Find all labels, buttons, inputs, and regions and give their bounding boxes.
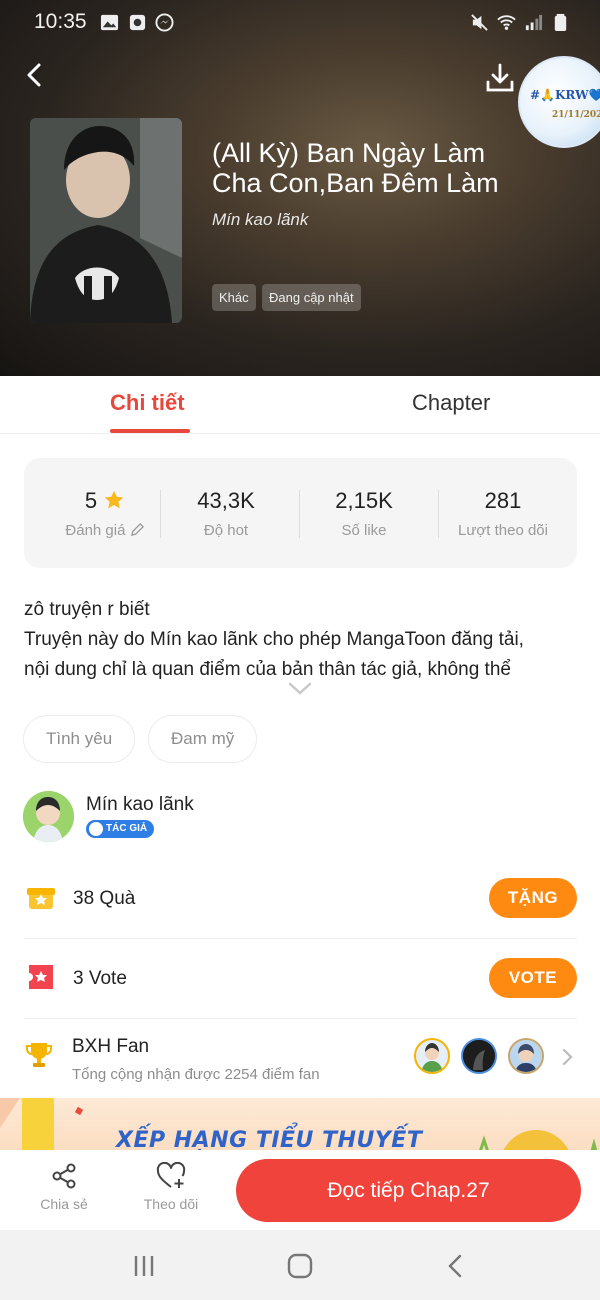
cover-image [30,118,182,323]
fan-ranking-subtitle: Tổng cộng nhận được 2254 điểm fan [72,1066,320,1083]
vote-count: 3 Vote [73,968,127,989]
tab-chapters[interactable]: Chapter [412,390,490,416]
fan-avatar-image [510,1040,542,1072]
fan-avatar-image [421,1043,443,1072]
vote-ticket-icon [29,965,53,989]
tab-details[interactable]: Chi tiết [110,390,185,416]
stat-likes: 2,15K Số like [295,488,433,539]
stat-likes-label: Số like [341,522,387,539]
bottom-action-bar: Chia sẻ Theo dõi Đọc tiếp Chap.27 [0,1150,600,1230]
stat-rating-value: 5 [84,488,98,513]
stat-hot-label: Độ hot [203,522,249,539]
divider [24,938,577,939]
share-label: Chia sẻ [40,1196,88,1212]
fan-avatar[interactable] [461,1038,497,1074]
genre-chip-bl[interactable]: Đam mỹ [148,715,258,763]
mute-icon [471,14,488,31]
stat-rating-label: Đánh giá [65,522,126,539]
back-nav-icon[interactable] [442,1252,470,1280]
wifi-icon [497,15,516,30]
chevron-right-icon[interactable] [561,1047,575,1067]
stat-hot: 43,3K Độ hot [157,488,295,539]
home-icon[interactable] [286,1252,314,1280]
description: zô truyện r biết Truyện này do Mín kao l… [24,595,584,685]
stat-followers-label: Lượt theo dõi [458,522,548,539]
gift-count: 38 Quà [73,888,136,909]
stat-likes-value: 2,15K [335,488,393,513]
messenger-icon [155,13,174,32]
recent-apps-icon[interactable] [130,1252,158,1280]
fan-avatar-image [463,1040,495,1072]
trophy-icon [26,1043,52,1067]
fan-ranking-title[interactable]: BXH Fan [72,1036,149,1058]
camera-notification-icon [129,14,146,31]
tag-chip-status: Đang cập nhật [262,284,361,311]
battery-icon [554,13,567,32]
gift-button[interactable]: TẶNG [489,878,577,918]
event-badge[interactable]: #🙏KRW💙 21/11/2021 [518,56,600,148]
heart-plus-icon [156,1162,186,1188]
stat-followers: 281 Lượt theo dõi [434,488,572,539]
active-tab-indicator [110,429,190,433]
status-bar: 10:35 [0,0,600,46]
description-line: Truyện này do Mín kao lãnk cho phép Mang… [24,629,524,650]
author-badge-icon [89,822,103,836]
star-icon [105,490,124,509]
author-avatar[interactable] [23,791,74,842]
stat-followers-value: 281 [484,488,522,513]
promo-banner[interactable]: XẾP HẠNG TIỂU THUYẾT [0,1098,600,1158]
author-role-badge: TÁC GIẢ [86,820,155,838]
gallery-icon [100,14,119,31]
stat-hot-value: 43,3K [197,488,255,513]
edit-pencil-icon[interactable] [130,522,145,537]
description-line: zô truyện r biết [24,599,150,620]
comic-title: (All Kỳ) Ban Ngày Làm Cha Con,Ban Đêm Là… [212,138,499,198]
download-icon[interactable] [484,62,516,94]
signal-icon [525,14,543,31]
badge-text: #🙏KRW💙 [530,88,600,102]
expand-chevron-icon[interactable] [288,682,312,696]
badge-date: 21/11/2021 [552,110,600,120]
tab-bar: Chi tiết Chapter [0,376,600,434]
divider [24,1018,577,1019]
comic-detail-page: 10:35 #🙏KRW💙 21/11/20 (All Kỳ) Ban Ngày … [0,0,600,1300]
stat-rating[interactable]: 5 Đánh giá [36,488,174,539]
back-arrow-icon[interactable] [18,58,52,92]
status-time: 10:35 [34,10,87,33]
follow-label: Theo dõi [143,1196,199,1212]
cover-portrait [30,118,182,323]
comic-author: Mín kao lãnk [212,210,309,229]
follow-button[interactable]: Theo dõi [131,1162,211,1212]
share-icon [52,1163,76,1189]
system-nav-bar [0,1230,600,1300]
tag-chip-category: Khác [212,284,256,311]
header: 10:35 #🙏KRW💙 21/11/20 (All Kỳ) Ban Ngày … [0,0,600,376]
gift-icon [27,888,55,909]
fan-avatar[interactable] [414,1038,450,1074]
avatar-illustration [23,791,74,842]
genre-chip-romance[interactable]: Tình yêu [23,715,136,763]
vote-button[interactable]: VOTE [489,958,577,998]
description-line: nội dung chỉ là quan điểm của bản thân t… [24,659,511,680]
author-role-label: TÁC GIẢ [106,823,148,834]
stats-panel: 5 Đánh giá 43,3K Độ hot 2,15K Số like 28… [24,458,577,568]
fan-avatar[interactable] [508,1038,544,1074]
continue-reading-button[interactable]: Đọc tiếp Chap.27 [236,1159,581,1222]
author-name[interactable]: Mín kao lãnk [86,794,194,816]
share-button[interactable]: Chia sẻ [24,1162,104,1212]
